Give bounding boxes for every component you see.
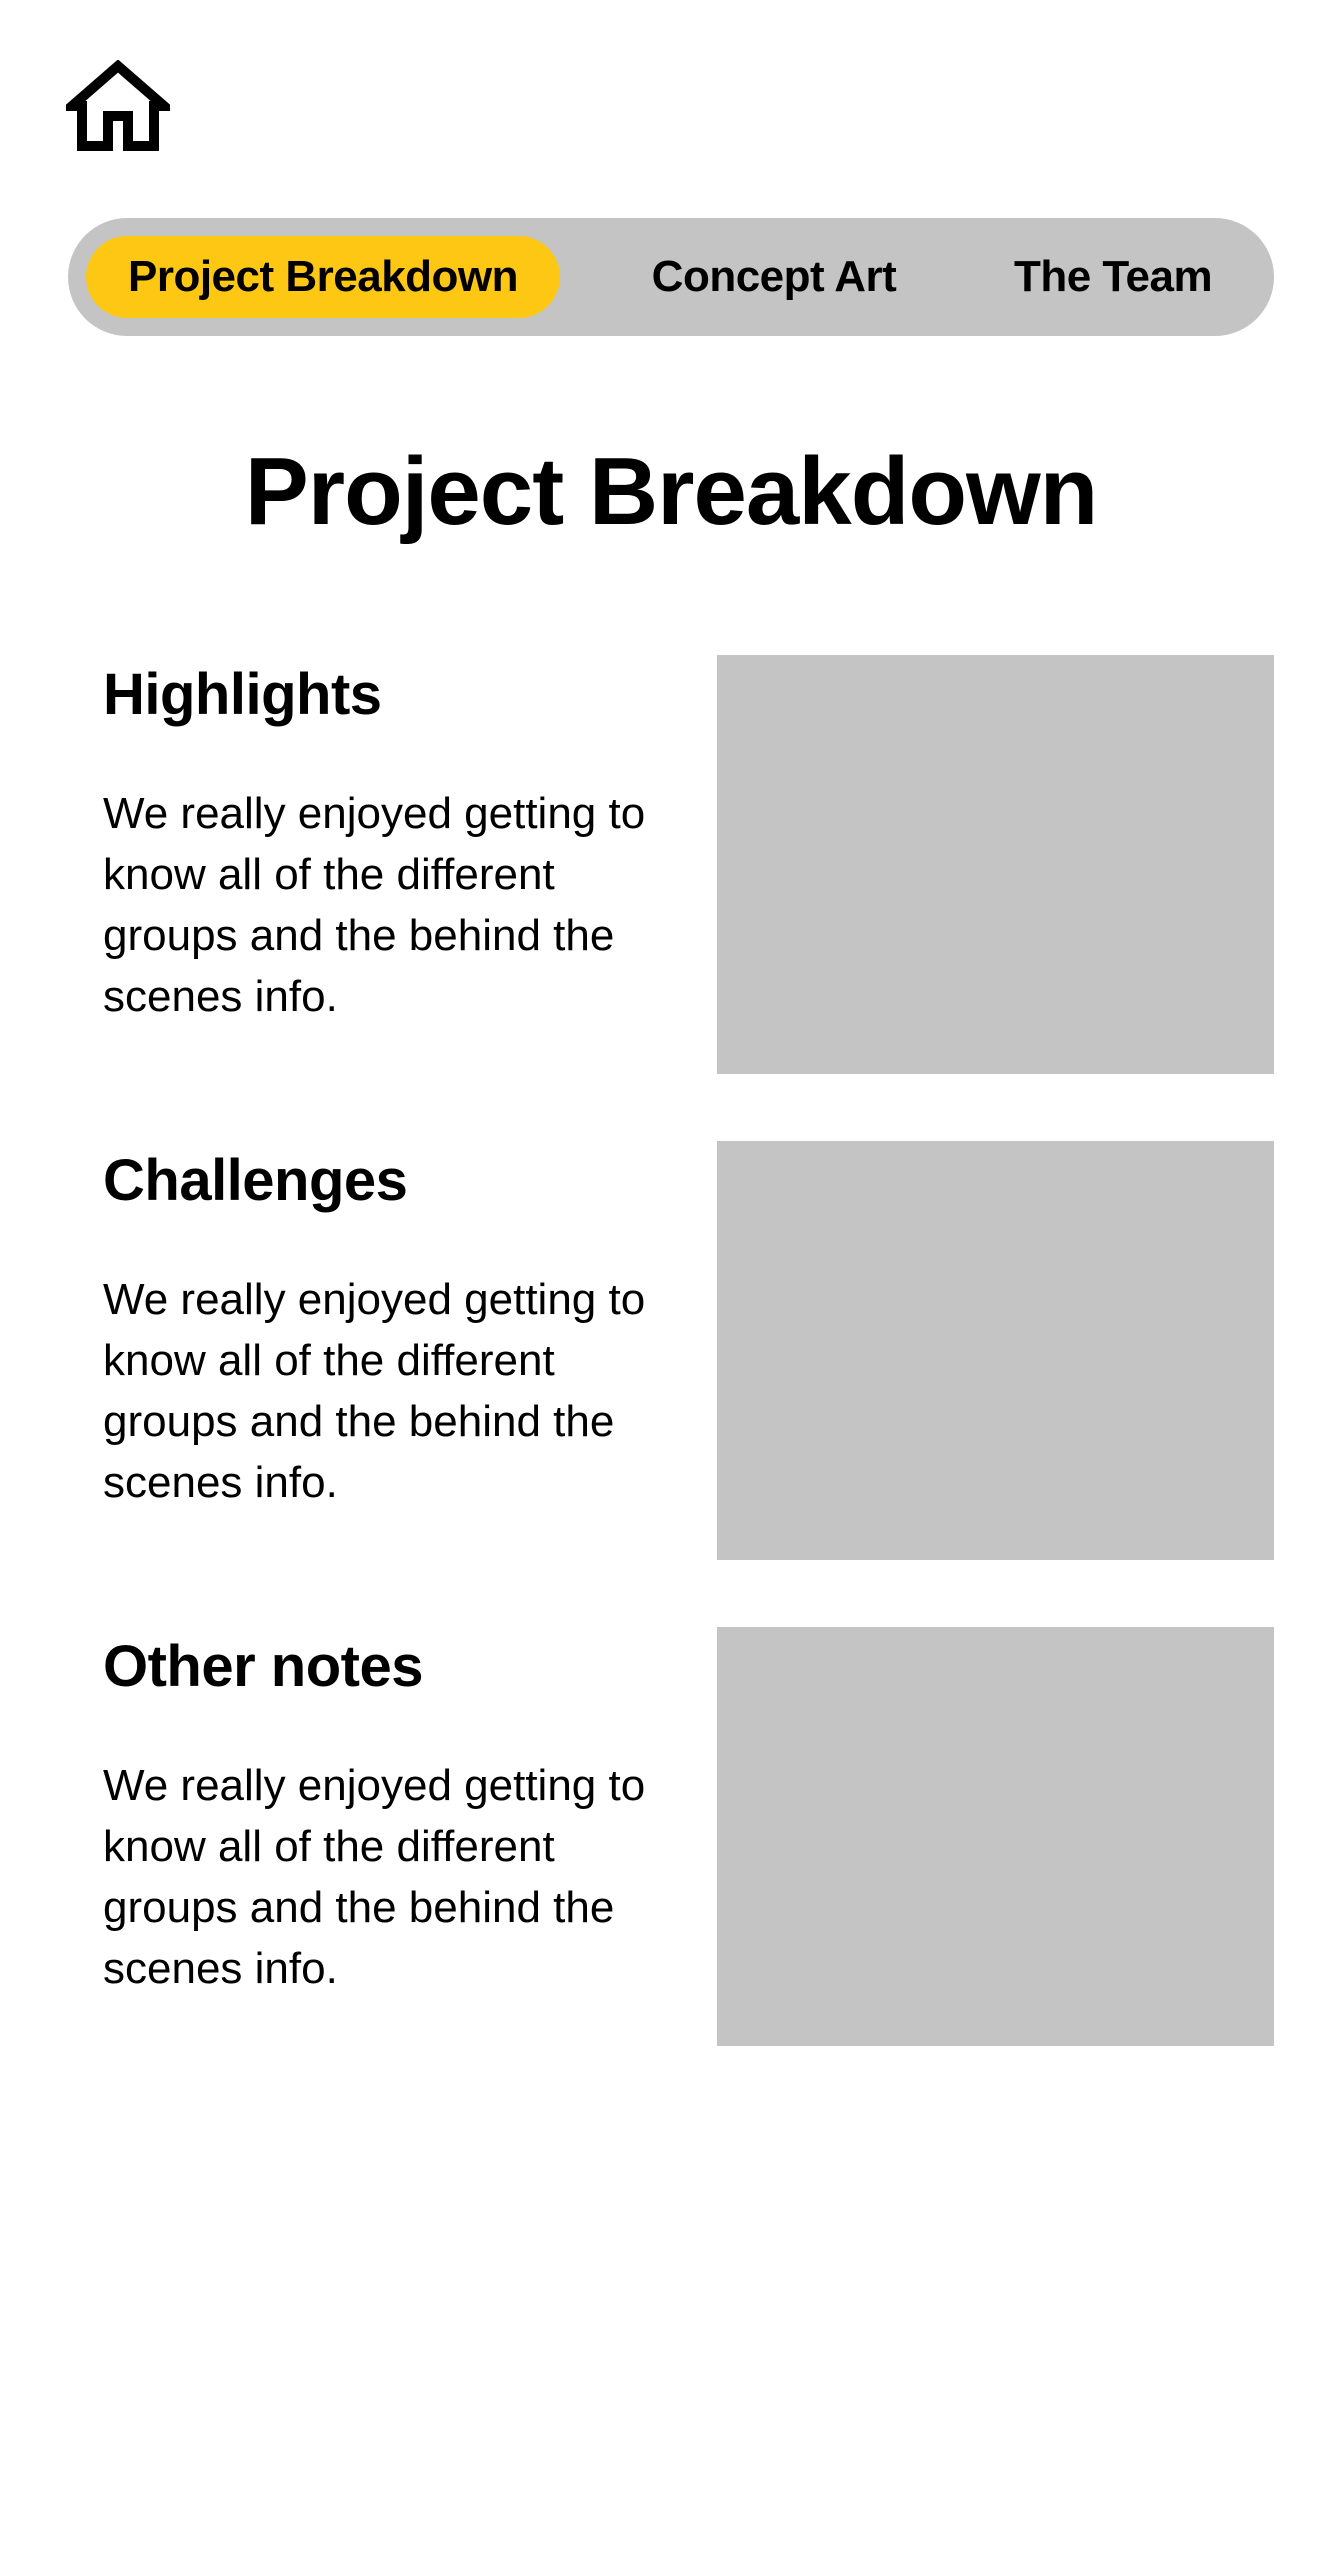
image-placeholder: [717, 655, 1274, 1074]
section-body: We really enjoyed getting to know all of…: [103, 1761, 646, 1993]
section-challenges: Challenges We really enjoyed getting to …: [0, 1141, 1342, 1561]
section-other-notes: Other notes We really enjoyed getting to…: [0, 1627, 1342, 2047]
page: Project Breakdown Concept Art The Team P…: [0, 0, 1342, 2564]
section-heading: Highlights: [103, 662, 382, 727]
section-body: We really enjoyed getting to know all of…: [103, 789, 646, 1021]
tab-concept-art[interactable]: Concept Art: [608, 236, 940, 318]
image-placeholder: [717, 1141, 1274, 1560]
tab-the-team[interactable]: The Team: [968, 236, 1258, 318]
tab-bar: Project Breakdown Concept Art The Team: [68, 218, 1274, 336]
section-heading: Challenges: [103, 1148, 408, 1213]
page-title: Project Breakdown: [244, 438, 1099, 545]
home-button[interactable]: [66, 60, 170, 152]
home-icon: [66, 60, 170, 151]
section-body: We really enjoyed getting to know all of…: [103, 1275, 646, 1507]
section-highlights: Highlights We really enjoyed getting to …: [0, 655, 1342, 1075]
tab-project-breakdown[interactable]: Project Breakdown: [86, 236, 560, 318]
image-placeholder: [717, 1627, 1274, 2046]
section-heading: Other notes: [103, 1634, 424, 1699]
